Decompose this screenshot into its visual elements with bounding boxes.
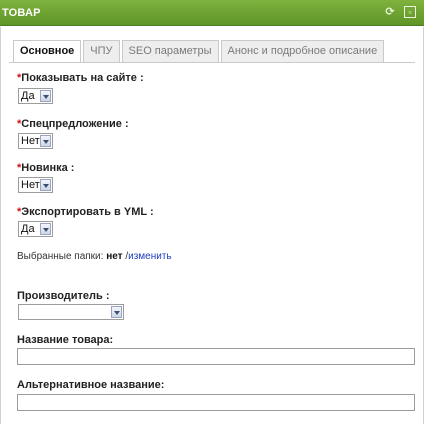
new-item-value: Нет xyxy=(21,179,40,191)
show-on-site-value: Да xyxy=(21,90,35,102)
chevron-down-icon[interactable] xyxy=(111,306,122,318)
tab-chpu[interactable]: ЧПУ xyxy=(83,40,120,62)
product-name-label: Название товара: xyxy=(17,334,114,346)
chevron-down-icon[interactable] xyxy=(40,223,51,235)
tab-description[interactable]: Анонс и подробное описание xyxy=(220,40,385,62)
new-item-label: *Новинка : xyxy=(17,162,75,174)
change-folders-link[interactable]: изменить xyxy=(128,251,172,262)
export-yml-label: *Экспортировать в YML : xyxy=(17,206,154,218)
special-offer-value: Нет xyxy=(21,135,40,147)
tab-bar: Основное ЧПУ SEO параметры Анонс и подро… xyxy=(13,40,386,63)
show-on-site-label: *Показывать на сайте : xyxy=(17,72,144,84)
show-on-site-select[interactable]: Да xyxy=(18,88,53,104)
titlebar-icons: ⟳ ▫ xyxy=(384,6,416,18)
manufacturer-select[interactable] xyxy=(18,304,124,320)
maximize-icon[interactable]: ▫ xyxy=(404,6,416,18)
folders-prefix: Выбранные папки: xyxy=(17,251,104,262)
manufacturer-label: Производитель : xyxy=(17,290,110,302)
tab-seo[interactable]: SEO параметры xyxy=(121,40,219,62)
refresh-icon[interactable]: ⟳ xyxy=(384,6,396,18)
export-yml-select[interactable]: Да xyxy=(18,221,53,237)
chevron-down-icon[interactable] xyxy=(40,179,51,191)
tab-main[interactable]: Основное xyxy=(13,40,82,63)
alt-name-input[interactable] xyxy=(17,394,415,411)
special-offer-select[interactable]: Нет xyxy=(18,133,53,149)
window-title: ТОВАР xyxy=(2,7,41,19)
special-offer-label: *Спецпредложение : xyxy=(17,118,129,130)
chevron-down-icon[interactable] xyxy=(40,90,51,102)
product-name-input[interactable] xyxy=(17,348,415,365)
alt-name-label: Альтернативное название: xyxy=(17,379,165,391)
folders-value: нет xyxy=(106,251,123,262)
chevron-down-icon[interactable] xyxy=(40,135,51,147)
window-titlebar: ТОВАР ⟳ ▫ xyxy=(0,0,424,26)
export-yml-value: Да xyxy=(21,223,35,235)
selected-folders: Выбранные папки: нет /изменить xyxy=(17,251,172,262)
tab-divider xyxy=(9,62,415,63)
new-item-select[interactable]: Нет xyxy=(18,177,53,193)
